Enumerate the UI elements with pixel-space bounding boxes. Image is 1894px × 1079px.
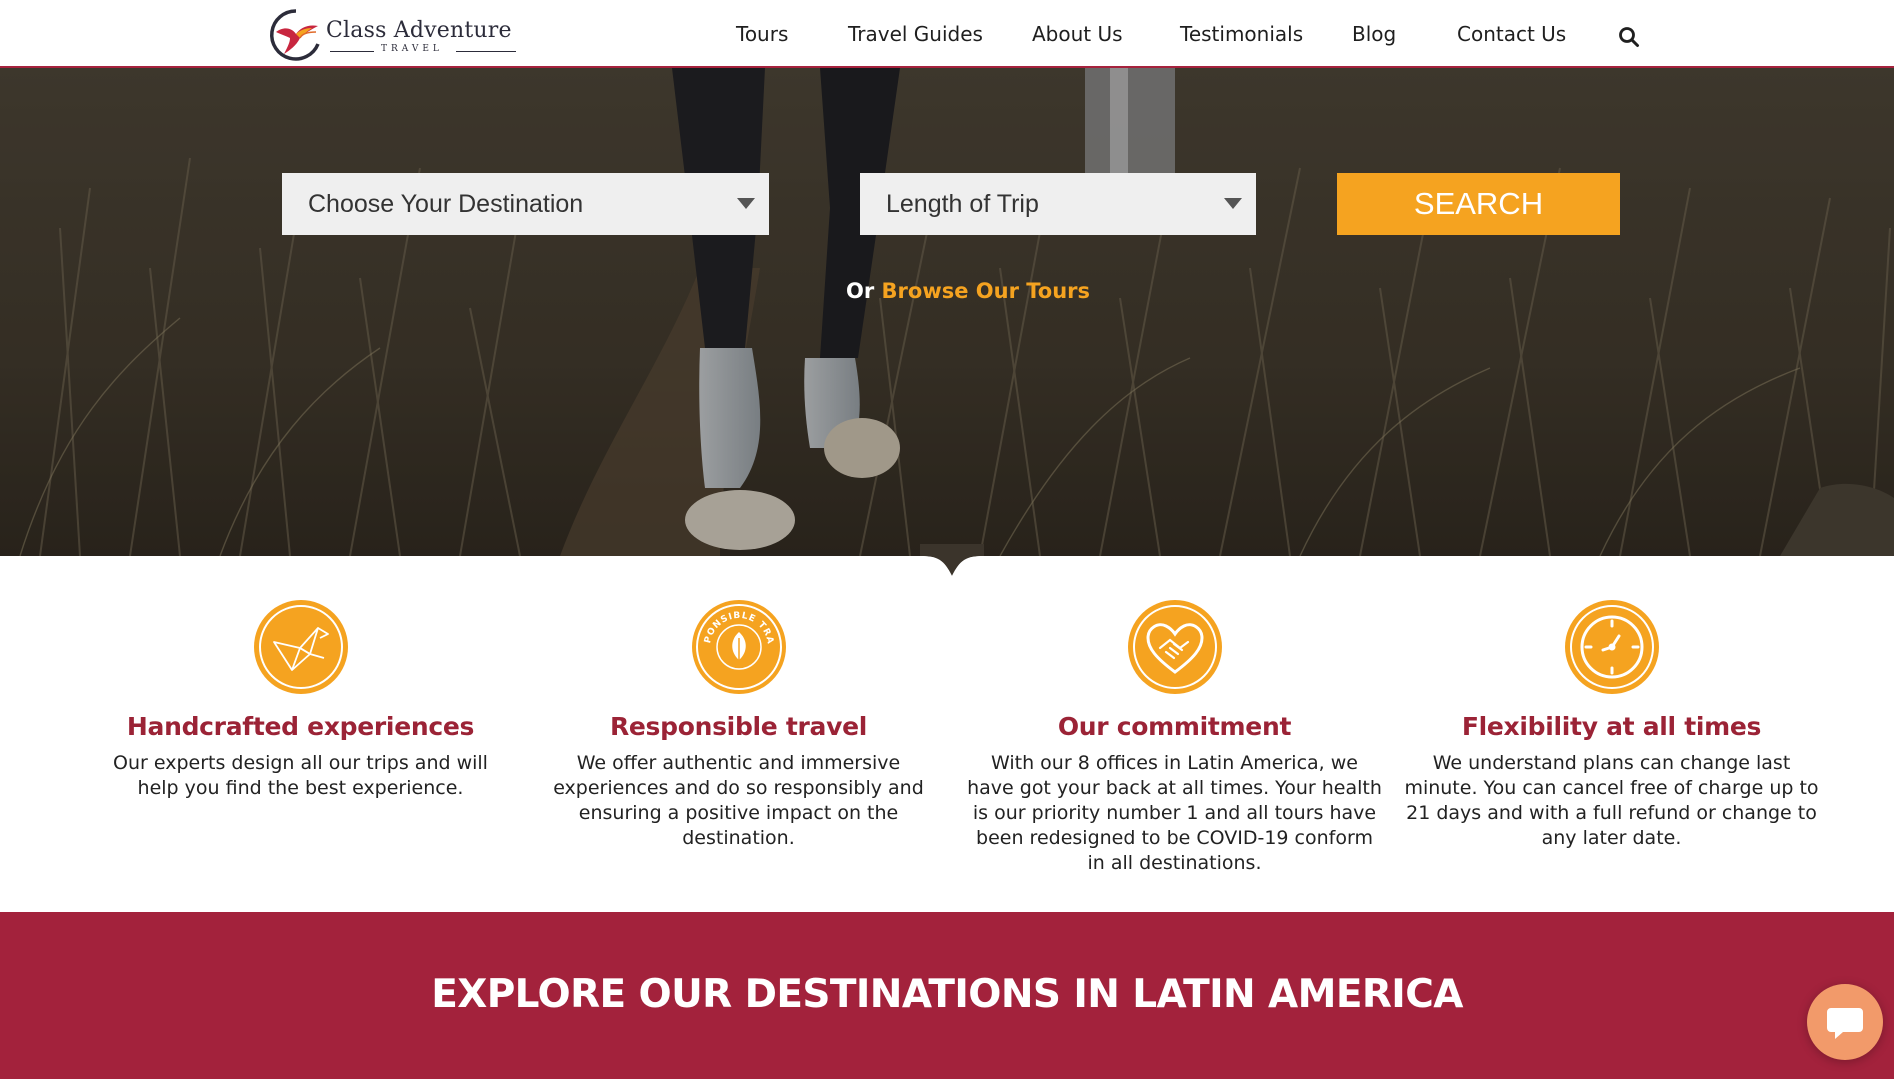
brand-name: Class Adventure — [326, 18, 512, 43]
chevron-down-icon — [737, 198, 755, 209]
trip-length-select-value: Length of Trip — [886, 190, 1039, 218]
hero-overlay — [0, 68, 1894, 556]
chat-launcher-button[interactable] — [1807, 984, 1883, 1060]
origami-bird-icon — [253, 600, 348, 694]
feature-description: We understand plans can change last minu… — [1404, 752, 1819, 849]
destination-select[interactable]: Choose Your Destination — [282, 173, 769, 235]
section-divider-notch — [920, 544, 984, 578]
feature-description: Our experts design all our trips and wil… — [113, 752, 488, 799]
nav-testimonials[interactable]: Testimonials — [1180, 22, 1303, 48]
trip-length-select[interactable]: Length of Trip — [860, 173, 1256, 235]
feature-commitment: Our commitment With our 8 offices in Lat… — [962, 598, 1387, 876]
destinations-heading: EXPLORE OUR DESTINATIONS IN LATIN AMERIC… — [431, 972, 1463, 1017]
nav-contact-us[interactable]: Contact Us — [1457, 22, 1566, 48]
feature-title: Responsible travel — [609, 712, 868, 741]
feature-flexibility: Flexibility at all times We understand p… — [1399, 598, 1824, 851]
nav-travel-guides[interactable]: Travel Guides — [848, 22, 983, 48]
search-icon[interactable] — [1618, 26, 1640, 48]
nav-tours[interactable]: Tours — [736, 22, 788, 48]
chevron-down-icon — [1224, 198, 1242, 209]
feature-description: With our 8 offices in Latin America, we … — [967, 752, 1382, 874]
responsible-travel-leaf-icon: RESPONSIBLE TRAVEL — [690, 598, 786, 694]
chat-bubble-icon — [1827, 1008, 1863, 1039]
browse-tours-link[interactable]: Browse Our Tours — [882, 279, 1090, 303]
hummingbird-logo-icon — [270, 9, 320, 61]
brand-logo[interactable]: Class Adventure TRAVEL — [266, 6, 516, 64]
feature-handcrafted: Handcrafted experiences Our experts desi… — [88, 598, 513, 801]
brand-subtitle: TRAVEL — [381, 44, 443, 54]
browse-tours-line: Or Browse Our Tours — [846, 279, 1090, 303]
feature-description: We offer authentic and immersive experie… — [553, 752, 924, 849]
logo-rule-left — [330, 51, 374, 52]
nav-about-us[interactable]: About Us — [1032, 22, 1123, 48]
logo-rule-right — [456, 51, 516, 52]
site-header: Class Adventure TRAVEL Tours Travel Guid… — [0, 0, 1894, 68]
heart-handshake-icon — [1127, 600, 1222, 694]
browse-prefix: Or — [846, 279, 875, 303]
hero-banner: Choose Your Destination Length of Trip S… — [0, 68, 1894, 556]
destinations-section: EXPLORE OUR DESTINATIONS IN LATIN AMERIC… — [0, 912, 1894, 1079]
nav-blog[interactable]: Blog — [1352, 22, 1396, 48]
clock-icon — [1564, 600, 1659, 694]
feature-title: Handcrafted experiences — [126, 712, 475, 741]
search-button[interactable]: SEARCH — [1337, 173, 1620, 235]
feature-title: Our commitment — [1057, 712, 1292, 741]
feature-responsible: RESPONSIBLE TRAVEL Responsible travel We… — [526, 598, 951, 851]
destination-select-value: Choose Your Destination — [308, 190, 584, 218]
feature-title: Flexibility at all times — [1461, 712, 1762, 741]
